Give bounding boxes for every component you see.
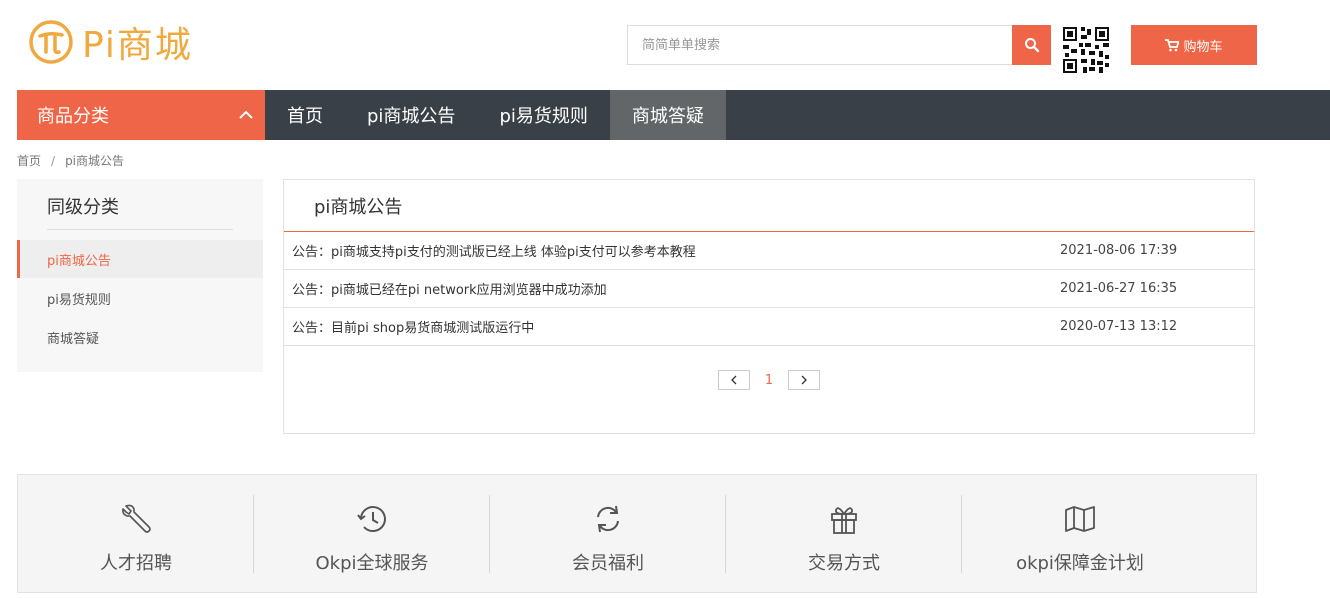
cart-label: 购物车 xyxy=(1183,39,1223,55)
service-label: 人才招聘 xyxy=(100,553,172,574)
category-dropdown[interactable]: 商品分类 xyxy=(17,90,265,140)
nav-item-barter-rules[interactable]: pi易货规则 xyxy=(477,90,609,140)
notice-title[interactable]: 公告：pi商城已经在pi network应用浏览器中成功添加 xyxy=(292,279,1060,298)
service-recruitment[interactable]: 人才招聘 xyxy=(18,475,254,592)
qr-code-icon xyxy=(1061,25,1111,75)
service-label: 会员福利 xyxy=(572,553,644,574)
search-input[interactable] xyxy=(627,25,1012,65)
search-icon xyxy=(1024,38,1039,53)
logo-text: Pi商城 xyxy=(82,25,193,66)
nav-item-announcements[interactable]: pi商城公告 xyxy=(345,90,477,140)
service-guarantee-plan[interactable]: okpi保障金计划 xyxy=(962,475,1198,592)
notice-row[interactable]: 公告：pi商城支持pi支付的测试版已经上线 体验pi支付可以参考本教程 2021… xyxy=(284,232,1254,270)
pi-logo-icon xyxy=(29,20,73,64)
chevron-right-icon xyxy=(801,375,807,385)
sidebar-item-barter-rules[interactable]: pi易货规则 xyxy=(17,279,263,317)
cart-button[interactable]: 购物车 xyxy=(1131,25,1257,65)
sidebar-item-faq[interactable]: 商城答疑 xyxy=(17,318,263,356)
history-clock-icon xyxy=(357,506,386,532)
notice-title[interactable]: 公告：目前pi shop易货商城测试版运行中 xyxy=(292,317,1060,336)
sidebar-item-announcements[interactable]: pi商城公告 xyxy=(17,240,263,278)
notice-row[interactable]: 公告：pi商城已经在pi network应用浏览器中成功添加 2021-06-2… xyxy=(284,270,1254,308)
nav-item-home[interactable]: 首页 xyxy=(265,90,345,140)
category-label: 商品分类 xyxy=(37,106,109,127)
sidebar-divider xyxy=(47,229,233,230)
next-page-button[interactable] xyxy=(788,370,820,390)
breadcrumb: 首页 / pi商城公告 xyxy=(17,152,124,169)
service-label: Okpi全球服务 xyxy=(315,553,429,574)
services-bar: 人才招聘 Okpi全球服务 会员福利 交易方式 okpi保障金计划 xyxy=(17,474,1257,593)
page-number-current[interactable]: 1 xyxy=(756,373,782,388)
cart-icon xyxy=(1165,38,1180,51)
notice-date: 2021-06-27 16:35 xyxy=(1060,281,1178,296)
pagination: 1 xyxy=(718,370,820,390)
refresh-icon xyxy=(597,505,619,533)
breadcrumb-home[interactable]: 首页 xyxy=(17,154,41,168)
sidebar-title: 同级分类 xyxy=(47,197,119,218)
service-label: okpi保障金计划 xyxy=(1016,553,1144,574)
announcement-panel: pi商城公告 公告：pi商城支持pi支付的测试版已经上线 体验pi支付可以参考本… xyxy=(283,179,1255,434)
main-navbar: 商品分类 首页 pi商城公告 pi易货规则 商城答疑 xyxy=(17,90,1330,140)
breadcrumb-current[interactable]: pi商城公告 xyxy=(65,154,124,168)
panel-title: pi商城公告 xyxy=(284,180,1254,232)
notice-row[interactable]: 公告：目前pi shop易货商城测试版运行中 2020-07-13 13:12 xyxy=(284,308,1254,346)
chevron-up-icon xyxy=(239,110,253,119)
service-member-benefits[interactable]: 会员福利 xyxy=(490,475,726,592)
sidebar: 同级分类 pi商城公告 pi易货规则 商城答疑 xyxy=(17,179,263,372)
wrench-icon xyxy=(122,504,151,533)
notice-date: 2020-07-13 13:12 xyxy=(1060,319,1178,334)
search-button[interactable] xyxy=(1012,25,1051,65)
notice-title[interactable]: 公告：pi商城支持pi支付的测试版已经上线 体验pi支付可以参考本教程 xyxy=(292,241,1060,260)
gift-icon xyxy=(831,507,857,534)
service-global[interactable]: Okpi全球服务 xyxy=(254,475,490,592)
map-icon xyxy=(1065,506,1095,532)
service-trading-methods[interactable]: 交易方式 xyxy=(726,475,962,592)
service-label: 交易方式 xyxy=(808,553,880,574)
chevron-left-icon xyxy=(731,375,737,385)
nav-item-faq[interactable]: 商城答疑 xyxy=(609,90,726,140)
breadcrumb-separator: / xyxy=(51,154,56,168)
notice-date: 2021-08-06 17:39 xyxy=(1060,243,1178,258)
prev-page-button[interactable] xyxy=(718,370,750,390)
site-logo[interactable]: Pi商城 xyxy=(28,16,193,68)
